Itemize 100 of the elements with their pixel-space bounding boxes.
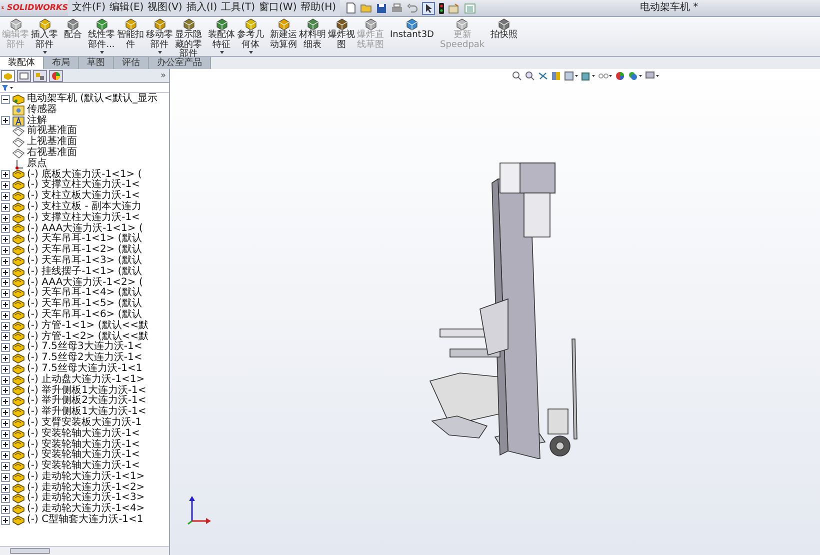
ribbon-tab[interactable]: 布局 (44, 57, 79, 69)
ribbon-tab[interactable]: 草图 (79, 57, 114, 69)
tree-item-label[interactable]: 上视基准面 (27, 137, 77, 148)
ribbon-button[interactable]: 新建运 动算例 (269, 18, 298, 50)
ribbon-button[interactable]: Instant3D (389, 18, 435, 40)
tree-item-label[interactable]: (-) 天车吊耳-1<5> (默认 (27, 299, 142, 310)
monitor-icon[interactable] (644, 71, 658, 81)
ribbon-button[interactable]: 线性零 部件... (87, 18, 116, 54)
section-view-icon[interactable] (550, 71, 560, 81)
ribbon-button[interactable]: 爆炸视 图 (327, 18, 356, 50)
expand-toggle-icon[interactable] (1, 376, 10, 385)
display-style-icon[interactable] (580, 71, 594, 81)
tree-item-label[interactable]: (-) 7.5丝母2大连力沃-1< (27, 353, 142, 364)
expand-toggle-icon[interactable] (1, 418, 10, 428)
tree-item-label[interactable]: (-) 走动轮大连力沃-1<3> (27, 493, 145, 504)
ribbon-button[interactable]: 插入零 部件 (30, 18, 59, 54)
traffic-light-icon[interactable] (439, 2, 444, 14)
expand-toggle-icon[interactable] (1, 462, 10, 471)
expand-toggle-icon[interactable] (1, 235, 10, 244)
expand-toggle-icon[interactable] (1, 256, 10, 266)
ribbon-tab[interactable]: 评估 (114, 57, 149, 69)
expand-toggle-icon[interactable] (1, 322, 10, 331)
tree-item-label[interactable]: (-) 天车吊耳-1<6> (默认 (27, 310, 142, 321)
save-icon[interactable] (376, 2, 388, 14)
collapse-toggle-icon[interactable] (1, 94, 10, 104)
expand-toggle-icon[interactable] (1, 278, 10, 288)
tree-item-label[interactable]: (-) 安装轮轴大连力沃-1< (27, 461, 140, 472)
expand-toggle-icon[interactable] (1, 116, 10, 126)
menu-item[interactable]: 文件(F) (72, 2, 106, 14)
expand-toggle-icon[interactable] (1, 310, 10, 320)
tree-item-label[interactable]: 传感器 (27, 104, 57, 116)
tree-item-label[interactable]: (-) 支撑立柱大连力沃-1< (27, 212, 140, 224)
ribbon-button[interactable]: 装配体 特征 (207, 18, 236, 54)
expand-toggle-icon[interactable] (1, 484, 10, 493)
expand-toggle-icon[interactable] (1, 192, 10, 202)
color-wheel-icon[interactable] (614, 71, 624, 81)
printer-icon[interactable] (391, 2, 404, 14)
tree-item-label[interactable]: (-) 止动盘大连力沃-1<1> (27, 374, 145, 386)
zoom-area-icon[interactable] (524, 71, 534, 81)
expand-toggle-icon[interactable] (1, 516, 10, 525)
cursor-icon[interactable] (422, 2, 436, 14)
expand-toggle-icon[interactable] (1, 364, 10, 374)
expand-toggle-icon[interactable] (1, 343, 10, 352)
folder-icon[interactable] (360, 3, 372, 13)
expand-toggle-icon[interactable] (1, 300, 10, 310)
expand-panel-button[interactable]: » (160, 70, 168, 80)
expand-toggle-icon[interactable] (1, 505, 10, 514)
expand-toggle-icon[interactable] (1, 268, 10, 277)
ribbon-button[interactable]: 配合 (59, 18, 87, 40)
undo-icon[interactable] (407, 3, 418, 13)
filter-icon[interactable] (1, 84, 13, 92)
expand-toggle-icon[interactable] (1, 246, 10, 256)
ribbon-tab[interactable]: 办公室产品 (149, 57, 211, 69)
ribbon-button[interactable]: 移动零 部件 (145, 18, 174, 54)
expand-toggle-icon[interactable] (1, 202, 10, 212)
expand-toggle-icon[interactable] (1, 494, 10, 504)
expand-toggle-icon[interactable] (1, 451, 10, 460)
tree-item-label[interactable]: (-) 方管-1<1> (默认<<默 (27, 320, 149, 332)
property-tab-icon[interactable] (17, 70, 31, 82)
menu-item[interactable]: 视图(V) (148, 2, 182, 14)
expand-toggle-icon[interactable] (1, 386, 10, 396)
expand-toggle-icon[interactable] (1, 214, 10, 223)
tree-item-label[interactable]: (-) 天车吊耳-1<3> (默认 (27, 256, 142, 267)
tree-item-label[interactable]: (-) 走动轮大连力沃-1<1> (27, 472, 145, 483)
tree-item-label[interactable]: (-) 安装轮轴大连力沃-1< (27, 428, 140, 440)
tree-item-label[interactable]: (-) 走动轮大连力沃-1<2> (27, 482, 145, 494)
expand-toggle-icon[interactable] (1, 397, 10, 406)
expand-toggle-icon[interactable] (1, 332, 10, 342)
tree-item-label[interactable]: 原点 (27, 158, 47, 170)
expand-toggle-icon[interactable] (1, 472, 10, 482)
tree-item-label[interactable]: (-) 举升侧板1大连力沃-1< (27, 407, 146, 418)
new-document-icon[interactable] (346, 2, 356, 14)
expand-toggle-icon[interactable] (1, 440, 10, 450)
view-orientation-icon[interactable] (564, 71, 578, 81)
tree-item-label[interactable]: (-) C型轴套大连力沃-1<1 (27, 515, 144, 526)
tree-item-label[interactable]: 右视基准面 (27, 148, 77, 159)
ribbon-button[interactable]: 拍快照 (490, 18, 519, 40)
tree-item-label[interactable]: (-) 7.5丝母大连力沃-1<1 (27, 364, 142, 375)
menu-item[interactable]: 插入(I) (186, 2, 218, 14)
expand-toggle-icon[interactable] (1, 430, 10, 439)
glasses-icon[interactable] (598, 71, 612, 81)
menu-item[interactable]: 帮助(H) (300, 2, 336, 14)
tree-item-label[interactable]: (-) 支柱立板大连力沃-1< (27, 191, 140, 202)
tree-item-label[interactable]: (-) 支臂安装板大连力沃-1 (27, 418, 142, 429)
menu-item[interactable]: 工具(T) (221, 2, 256, 14)
expand-toggle-icon[interactable] (1, 289, 10, 298)
tree-item-label[interactable]: (-) 支柱立板 - 副本大连力 (27, 202, 142, 213)
expand-toggle-icon[interactable] (1, 354, 10, 364)
ribbon-button[interactable]: 材料明 细表 (298, 18, 327, 50)
ribbon-button[interactable]: 参考几 何体 (236, 18, 265, 54)
zoom-fit-icon[interactable] (512, 71, 522, 81)
expand-toggle-icon[interactable] (1, 408, 10, 417)
appearance-tab-icon[interactable] (49, 70, 63, 82)
menu-item[interactable]: 编辑(E) (110, 2, 144, 14)
ribbon-tab[interactable]: 装配体 (0, 57, 44, 69)
horizontal-scrollbar[interactable] (0, 546, 169, 555)
tree-item-label[interactable]: (-) 挂线摆子-1<1> (默认 (27, 266, 142, 278)
expand-toggle-icon[interactable] (1, 224, 10, 234)
expand-toggle-icon[interactable] (1, 170, 10, 180)
configuration-tab-icon[interactable] (33, 70, 47, 82)
